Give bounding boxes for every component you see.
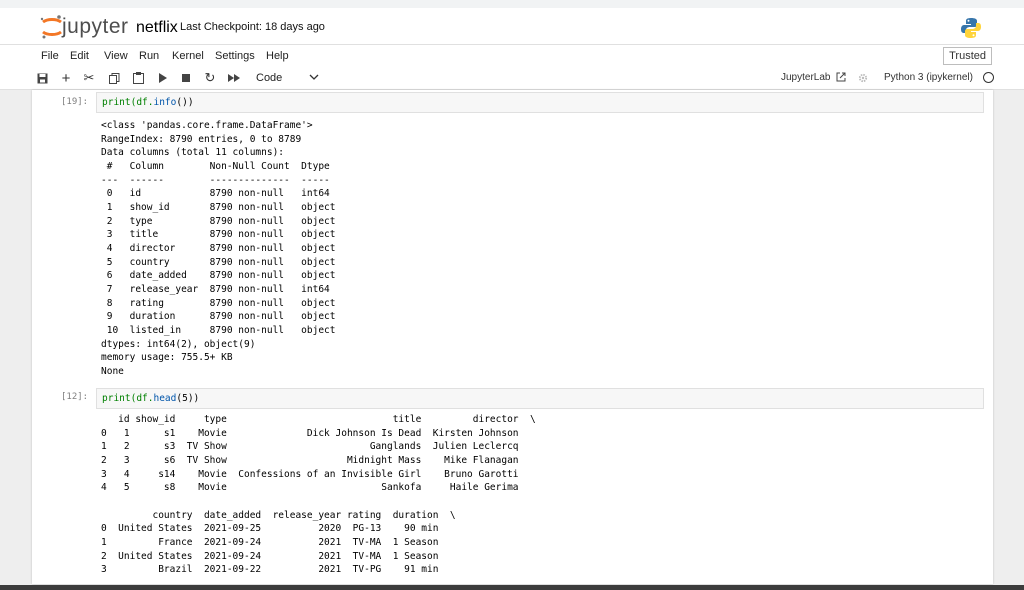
menu-edit[interactable]: Edit	[70, 50, 89, 62]
jupyter-logo-text: jupyter	[62, 15, 129, 38]
code-cell-input[interactable]: print(df.head(5))	[96, 388, 984, 409]
menu-run[interactable]: Run	[139, 50, 159, 62]
code-text: print(df.head(5))	[102, 393, 199, 404]
kernel-name[interactable]: Python 3 (ipykernel)	[884, 72, 973, 83]
python-logo-icon	[961, 18, 981, 38]
toolbar: + ✂ ↻ Code JupyterLab Python 3 (ipykerne…	[0, 68, 1024, 90]
menu-view[interactable]: View	[104, 50, 128, 62]
notebook-panel: [19]: print(df.info()) <class 'pandas.co…	[32, 90, 993, 584]
menu-settings[interactable]: Settings	[215, 50, 255, 62]
restart-icon[interactable]: ↻	[202, 70, 218, 86]
cell-output: <class 'pandas.core.frame.DataFrame'> Ra…	[101, 120, 336, 377]
gear-icon	[858, 73, 868, 83]
chevron-down-icon[interactable]	[308, 70, 320, 84]
cut-icon[interactable]: ✂	[81, 70, 97, 86]
code-text: print(df.info())	[102, 97, 194, 108]
last-checkpoint: Last Checkpoint: 18 days ago	[180, 21, 325, 33]
input-prompt: [12]:	[61, 392, 89, 402]
paste-icon[interactable]	[130, 70, 146, 86]
menu-file[interactable]: File	[41, 50, 59, 62]
notebook-title[interactable]: netflix	[136, 19, 178, 37]
code-suffix: (5))	[176, 393, 200, 404]
menu-help[interactable]: Help	[266, 50, 289, 62]
copy-icon[interactable]	[106, 70, 122, 86]
code-cell-input[interactable]: print(df.info())	[96, 92, 984, 113]
notebook-header: jupyter netflix Last Checkpoint: 18 days…	[0, 8, 1024, 44]
stop-icon[interactable]	[178, 70, 194, 86]
taskbar	[0, 585, 1024, 590]
method-name: head	[153, 393, 177, 404]
menu-kernel[interactable]: Kernel	[172, 50, 204, 62]
trusted-badge[interactable]: Trusted	[943, 47, 992, 65]
print-keyword: print(df.	[102, 393, 154, 404]
method-name: info	[153, 97, 177, 108]
menu-bar: File Edit View Run Kernel Settings Help …	[0, 44, 1024, 69]
open-jupyterlab-link[interactable]: JupyterLab	[781, 72, 830, 83]
cell-output: id show_id type title director \ 0 1 s1 …	[101, 414, 536, 576]
fast-forward-icon[interactable]	[226, 70, 242, 86]
kernel-status-icon	[983, 72, 994, 83]
save-icon[interactable]	[34, 70, 50, 86]
input-prompt: [19]:	[61, 97, 89, 107]
external-link-icon[interactable]	[836, 72, 846, 82]
add-cell-icon[interactable]: +	[58, 70, 74, 87]
cell-type-select[interactable]: Code	[256, 72, 282, 84]
code-suffix: ())	[176, 97, 194, 108]
run-icon[interactable]	[154, 70, 170, 86]
print-keyword: print(df.	[102, 97, 154, 108]
